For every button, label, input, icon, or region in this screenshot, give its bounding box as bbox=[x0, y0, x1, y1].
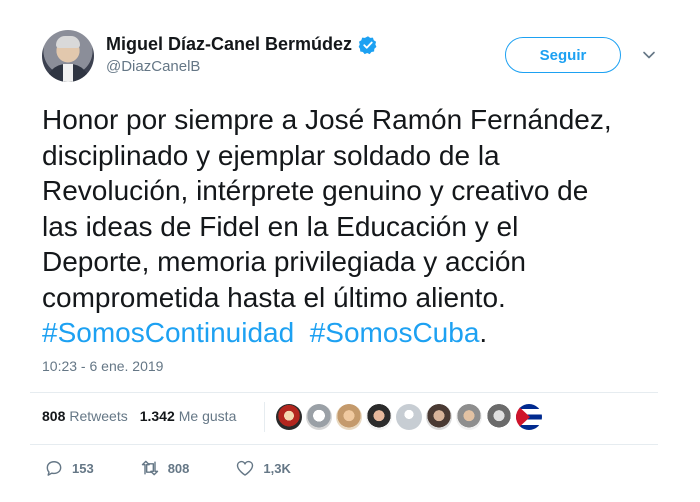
tweet-actions: 153 808 1,3K bbox=[44, 458, 337, 478]
tweet-timestamp[interactable]: 10:23 - 6 ene. 2019 bbox=[42, 358, 163, 374]
chevron-down-icon[interactable] bbox=[642, 48, 656, 62]
liker-avatar[interactable] bbox=[336, 404, 362, 430]
tweet-line: Deporte, memoria privilegiada y acción bbox=[42, 246, 526, 277]
verified-badge-icon bbox=[358, 35, 377, 54]
tweet-line: comprometida hasta el último aliento. bbox=[42, 281, 506, 313]
follow-button[interactable]: Seguir bbox=[505, 37, 621, 73]
tweet-header: Miguel Díaz-Canel Bermúdez @DiazCanelB S… bbox=[42, 30, 662, 86]
retweet-icon bbox=[141, 460, 158, 476]
tweet-stats: 808 Retweets 1.342 Me gusta bbox=[42, 408, 236, 424]
liker-avatar[interactable] bbox=[396, 404, 422, 430]
tweet-line: las ideas de Fidel en la Educación y el bbox=[42, 210, 519, 242]
liker-avatar[interactable] bbox=[426, 404, 452, 430]
likes-count[interactable]: 1.342 bbox=[140, 408, 175, 424]
tweet-line: Revolución, intérprete genuino y creativ… bbox=[42, 175, 589, 206]
author-name-row: Miguel Díaz-Canel Bermúdez bbox=[106, 34, 378, 55]
liker-avatar[interactable] bbox=[516, 404, 542, 430]
reply-icon bbox=[46, 461, 62, 476]
tweet-hashtag-line: #SomosContinuidad #SomosCuba. bbox=[42, 315, 652, 351]
retweet-count: 808 bbox=[167, 460, 190, 476]
likes-label[interactable]: Me gusta bbox=[179, 408, 237, 424]
liker-avatar[interactable] bbox=[366, 404, 392, 430]
liker-avatars bbox=[276, 404, 542, 430]
liker-avatar[interactable] bbox=[306, 404, 332, 430]
retweets-label[interactable]: Retweets bbox=[69, 408, 127, 424]
tweet-line: Honor por siempre a José Ramón Fernández… bbox=[42, 104, 612, 135]
tweet-line: disciplinado y ejemplar soldado de la bbox=[42, 139, 500, 171]
stats-separator bbox=[264, 402, 265, 432]
divider bbox=[30, 392, 658, 393]
author-info: Miguel Díaz-Canel Bermúdez @DiazCanelB bbox=[106, 34, 378, 75]
like-count: 1,3K bbox=[263, 460, 291, 476]
author-avatar[interactable] bbox=[42, 30, 94, 82]
like-action[interactable]: 1,3K bbox=[235, 458, 291, 478]
avatar-hair bbox=[56, 36, 80, 48]
reply-action[interactable]: 153 bbox=[44, 458, 94, 478]
liker-avatar[interactable] bbox=[486, 404, 512, 430]
liker-avatar[interactable] bbox=[456, 404, 482, 430]
author-handle[interactable]: @DiazCanelB bbox=[106, 58, 378, 75]
retweet-action[interactable]: 808 bbox=[140, 458, 190, 478]
like-icon bbox=[237, 460, 254, 476]
retweets-count[interactable]: 808 bbox=[42, 408, 65, 424]
avatar-shirt bbox=[63, 64, 73, 82]
tweet-text: Honor por siempre a José Ramón Fernández… bbox=[42, 102, 652, 351]
author-display-name[interactable]: Miguel Díaz-Canel Bermúdez bbox=[106, 34, 352, 55]
reply-count: 153 bbox=[72, 460, 94, 476]
liker-avatar[interactable] bbox=[276, 404, 302, 430]
hashtag-link[interactable]: #SomosContinuidad bbox=[42, 317, 294, 348]
hashtag-link[interactable]: #SomosCuba bbox=[310, 317, 480, 348]
divider bbox=[30, 444, 658, 445]
tweet-trailing-period: . bbox=[479, 317, 488, 348]
